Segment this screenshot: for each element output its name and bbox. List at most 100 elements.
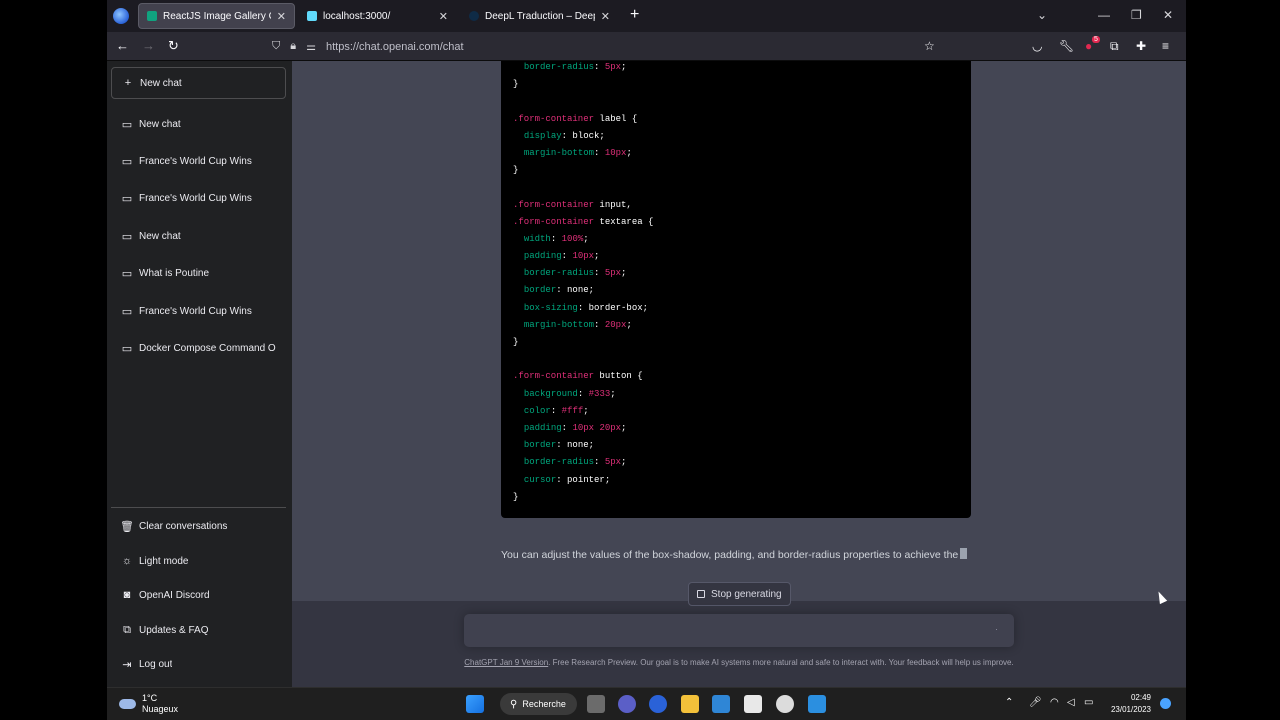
external-link-icon: ⧉	[123, 623, 131, 636]
code-line: .form-container input,	[513, 197, 971, 214]
code-token: ;	[621, 62, 627, 72]
task-view-icon[interactable]	[587, 695, 605, 713]
stop-generating-label: Stop generating	[711, 588, 782, 600]
close-tab-icon[interactable]: ✕	[277, 10, 286, 23]
chat-area: border-radius: 5px;} .form-container labe…	[292, 61, 1186, 687]
code-token: #fff	[561, 405, 584, 416]
code-token: .form-container	[513, 371, 595, 382]
code-line: background: #333;	[513, 386, 971, 403]
discord-link[interactable]: ◙ OpenAI Discord	[111, 579, 286, 611]
weather-widget[interactable]: 1°C Nuageux	[119, 693, 178, 715]
sidebar-conversation[interactable]: ▭ New chat	[111, 220, 286, 252]
menu-icon[interactable]: ≡	[1162, 39, 1169, 53]
sidebar-conversation[interactable]: ▭ New chat	[111, 108, 286, 140]
mail-icon[interactable]	[712, 695, 730, 713]
deepl-favicon-icon	[469, 11, 479, 21]
firefox-logo-icon[interactable]	[113, 8, 129, 24]
chat-bubble-icon: ▭	[121, 267, 133, 280]
vscode-icon[interactable]	[808, 695, 826, 713]
code-token: border-radius	[523, 457, 595, 468]
url-bar[interactable]: ⛉ 🔒︎ ⚌ https://chat.openai.com/chat	[272, 35, 947, 58]
loading-dots-icon: ·	[995, 624, 998, 634]
discord-label: OpenAI Discord	[139, 589, 210, 601]
typing-cursor	[960, 548, 968, 559]
code-token: ;	[621, 457, 627, 468]
extensions-puzzle-icon[interactable]: ✚	[1136, 39, 1146, 53]
code-token: :	[594, 319, 605, 330]
firefox-taskbar-icon[interactable]	[649, 695, 667, 713]
file-explorer-icon[interactable]	[681, 695, 699, 713]
permissions-icon[interactable]: ⚌	[306, 40, 316, 53]
url-text[interactable]: https://chat.openai.com/chat	[326, 41, 464, 53]
sidebar-conversation[interactable]: ▭ France's World Cup Wins	[111, 182, 286, 214]
stop-generating-button[interactable]: Stop generating	[688, 582, 791, 606]
close-tab-icon[interactable]: ✕	[601, 10, 610, 23]
code-token: textarea {	[594, 216, 654, 227]
system-clock[interactable]: 02:49 23/01/2023	[1099, 692, 1151, 716]
lock-icon[interactable]: 🔒︎	[290, 40, 296, 53]
clock-time: 02:49	[1130, 693, 1151, 702]
microphone-icon[interactable]: 🎤︎	[1029, 697, 1042, 708]
close-window-icon[interactable]: ✕	[1163, 8, 1173, 22]
code-token: width	[523, 233, 551, 244]
store-icon[interactable]	[744, 695, 762, 713]
code-token: ;	[583, 233, 589, 244]
clear-conversations-button[interactable]: 🗑︎ Clear conversations	[111, 510, 286, 542]
wifi-icon[interactable]: ◠	[1050, 697, 1059, 708]
taskbar-search[interactable]: ⚲ Recherche	[500, 693, 577, 715]
tracking-shield-icon[interactable]: ⛉	[272, 40, 280, 53]
chrome-icon[interactable]	[776, 695, 794, 713]
new-chat-button[interactable]: + New chat	[111, 67, 286, 99]
light-mode-button[interactable]: ☼ Light mode	[111, 545, 286, 577]
tab-chatgpt[interactable]: ReactJS Image Gallery Code. ✕	[138, 3, 295, 29]
code-token: }	[513, 165, 519, 176]
message-input[interactable]: ·	[464, 614, 1014, 647]
tab-deepl[interactable]: DeepL Traduction – DeepL Tran ✕	[461, 3, 618, 29]
search-icon: ⚲	[510, 698, 518, 710]
tab-localhost[interactable]: localhost:3000/ ✕	[299, 3, 456, 29]
volume-icon[interactable]: ◁	[1067, 697, 1075, 708]
extension-icon[interactable]: ●	[1085, 39, 1092, 53]
back-icon[interactable]: ←	[116, 38, 129, 54]
new-tab-icon[interactable]: +	[630, 7, 639, 23]
forward-icon[interactable]: →	[142, 38, 155, 54]
battery-icon[interactable]: ▭	[1084, 697, 1093, 708]
restore-icon[interactable]: ❐	[1131, 8, 1142, 22]
chat-bubble-icon: ▭	[121, 230, 133, 243]
code-line: }	[513, 162, 971, 179]
react-favicon-icon	[307, 11, 317, 21]
show-hidden-icons[interactable]: ⌃	[1005, 697, 1013, 708]
conversation-title: France's World Cup Wins	[139, 305, 252, 317]
reload-icon[interactable]: ↻	[168, 38, 179, 54]
crop-icon[interactable]: ⧉	[1110, 39, 1119, 54]
version-link[interactable]: ChatGPT Jan 9 Version	[464, 658, 548, 667]
code-line: .form-container button {	[513, 368, 971, 385]
pocket-icon[interactable]: ◡	[1032, 39, 1042, 53]
sidebar-conversation[interactable]: ▭ Docker Compose Command O	[111, 332, 286, 364]
minimize-icon[interactable]: —	[1098, 8, 1110, 22]
close-tab-icon[interactable]: ✕	[439, 10, 448, 23]
bookmark-star-icon[interactable]: ☆	[924, 39, 935, 53]
windows-taskbar: 1°C Nuageux ⚲ Recherche ⌃ 🎤︎ ◠ ◁ ▭ 02:49…	[107, 687, 1186, 720]
wrench-icon[interactable]: 🔧︎	[1059, 39, 1074, 53]
code-token: padding	[523, 422, 562, 433]
sidebar-conversation[interactable]: ▭ France's World Cup Wins	[111, 145, 286, 177]
start-icon[interactable]	[466, 695, 484, 713]
code-token: background	[523, 388, 578, 399]
code-line: }	[513, 489, 971, 506]
teams-chat-icon[interactable]	[618, 695, 636, 713]
sidebar-conversation[interactable]: ▭ France's World Cup Wins	[111, 295, 286, 327]
code-token: : border-box;	[577, 302, 649, 313]
sidebar-conversation[interactable]: ▭ What is Poutine	[111, 257, 286, 289]
notification-icon[interactable]	[1160, 698, 1171, 709]
updates-faq-link[interactable]: ⧉ Updates & FAQ	[111, 614, 286, 646]
code-token: cursor	[523, 474, 557, 485]
list-all-tabs-icon[interactable]: ⌄	[1037, 8, 1047, 22]
cloud-icon	[119, 699, 136, 709]
chat-bubble-icon: ▭	[121, 118, 133, 131]
log-out-button[interactable]: ⇥ Log out	[111, 648, 286, 680]
